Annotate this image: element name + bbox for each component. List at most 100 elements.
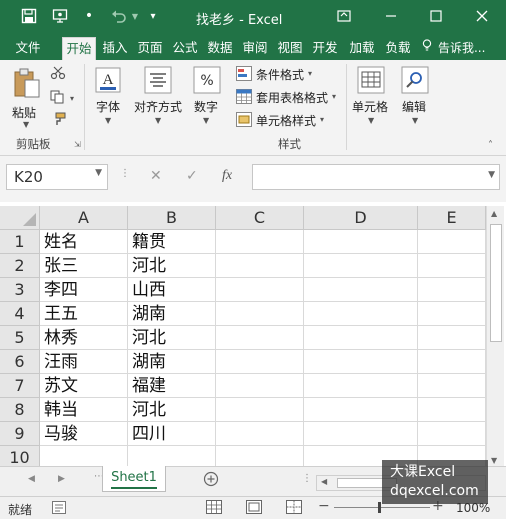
cell-a2[interactable]: 张三 xyxy=(40,254,128,278)
expand-formula-bar-icon[interactable]: ▼ xyxy=(488,170,495,180)
cell-c1[interactable] xyxy=(216,230,304,254)
format-painter-icon[interactable] xyxy=(50,112,66,126)
column-header-a[interactable]: A xyxy=(40,206,128,230)
zoom-slider-thumb[interactable] xyxy=(378,502,381,513)
tab-insert[interactable]: 插入 xyxy=(99,37,131,60)
format-as-table-button[interactable]: 套用表格格式 ▾ xyxy=(236,89,336,107)
prev-sheet-icon[interactable]: ◀ xyxy=(28,474,35,484)
vertical-scroll-thumb[interactable] xyxy=(490,224,502,342)
zoom-slider[interactable] xyxy=(334,507,430,508)
name-box[interactable]: K20 ▼ xyxy=(6,164,108,190)
cell-a8[interactable]: 韩当 xyxy=(40,398,128,422)
cell-a9[interactable]: 马骏 xyxy=(40,422,128,446)
alignment-button[interactable]: 对齐方式 ▼ xyxy=(132,64,186,130)
column-header-c[interactable]: C xyxy=(216,206,304,230)
row-header-8[interactable]: 8 xyxy=(0,398,40,422)
row-header-6[interactable]: 6 xyxy=(0,350,40,374)
cell-b4[interactable]: 湖南 xyxy=(128,302,216,326)
cell-d1[interactable] xyxy=(304,230,418,254)
cell-a5[interactable]: 林秀 xyxy=(40,326,128,350)
cut-icon[interactable] xyxy=(50,66,66,80)
cell-c8[interactable] xyxy=(216,398,304,422)
cell-d3[interactable] xyxy=(304,278,418,302)
enter-icon[interactable]: ✓ xyxy=(186,168,198,184)
column-header-b[interactable]: B xyxy=(128,206,216,230)
close-icon[interactable] xyxy=(468,4,496,28)
row-header-5[interactable]: 5 xyxy=(0,326,40,350)
cell-styles-button[interactable]: 单元格样式 ▾ xyxy=(236,112,336,130)
cell-b7[interactable]: 福建 xyxy=(128,374,216,398)
cell-a3[interactable]: 李四 xyxy=(40,278,128,302)
cell-b3[interactable]: 山西 xyxy=(128,278,216,302)
page-break-view-icon[interactable] xyxy=(286,500,302,517)
next-sheet-icon[interactable]: ▶ xyxy=(58,474,65,484)
page-layout-view-icon[interactable] xyxy=(246,500,262,517)
cell-b6[interactable]: 湖南 xyxy=(128,350,216,374)
row-header-9[interactable]: 9 xyxy=(0,422,40,446)
cell-e9[interactable] xyxy=(418,422,486,446)
copy-dropdown-icon[interactable]: ▾ xyxy=(70,94,74,103)
clipboard-dialog-launcher-icon[interactable]: ⇲ xyxy=(74,140,81,149)
formula-input[interactable]: ▼ xyxy=(252,164,500,190)
cancel-icon[interactable]: ✕ xyxy=(150,168,162,184)
cell-d6[interactable] xyxy=(304,350,418,374)
cells-button[interactable]: 单元格 ▼ xyxy=(350,64,394,130)
tab-split-icon[interactable]: ⋮ xyxy=(302,473,312,484)
cell-e5[interactable] xyxy=(418,326,486,350)
row-header-1[interactable]: 1 xyxy=(0,230,40,254)
name-box-dropdown-icon[interactable]: ▼ xyxy=(95,168,102,178)
cell-d5[interactable] xyxy=(304,326,418,350)
tab-view[interactable]: 视图 xyxy=(274,37,306,60)
row-header-7[interactable]: 7 xyxy=(0,374,40,398)
font-button[interactable]: A 字体 ▼ xyxy=(88,64,130,130)
collapse-ribbon-icon[interactable]: ˄ xyxy=(488,140,493,151)
cell-c2[interactable] xyxy=(216,254,304,278)
row-header-4[interactable]: 4 xyxy=(0,302,40,326)
scroll-up-icon[interactable]: ▲ xyxy=(491,209,497,218)
cell-d7[interactable] xyxy=(304,374,418,398)
cell-e1[interactable] xyxy=(418,230,486,254)
tab-review[interactable]: 审阅 xyxy=(239,37,271,60)
cell-c5[interactable] xyxy=(216,326,304,350)
cell-c7[interactable] xyxy=(216,374,304,398)
save-icon[interactable] xyxy=(20,7,38,25)
scroll-down-icon[interactable]: ▼ xyxy=(491,456,497,465)
cell-b9[interactable]: 四川 xyxy=(128,422,216,446)
customize-toolbar-icon[interactable]: ▾ xyxy=(144,7,162,25)
cell-e2[interactable] xyxy=(418,254,486,278)
column-header-d[interactable]: D xyxy=(304,206,418,230)
cell-d9[interactable] xyxy=(304,422,418,446)
maximize-icon[interactable] xyxy=(422,4,450,28)
undo-dropdown-icon[interactable]: ▼ xyxy=(126,7,144,25)
cell-a1[interactable]: 姓名 xyxy=(40,230,128,254)
minimize-icon[interactable] xyxy=(377,4,405,28)
vertical-scrollbar[interactable]: ▲ ▼ xyxy=(486,206,504,468)
tab-home[interactable]: 开始 xyxy=(62,37,96,60)
touch-mode-icon[interactable] xyxy=(51,7,69,25)
tab-page-layout[interactable]: 页面 xyxy=(134,37,166,60)
cell-e7[interactable] xyxy=(418,374,486,398)
cell-a7[interactable]: 苏文 xyxy=(40,374,128,398)
tab-developer[interactable]: 开发 xyxy=(309,37,341,60)
cell-c3[interactable] xyxy=(216,278,304,302)
cell-e4[interactable] xyxy=(418,302,486,326)
tab-load[interactable]: 负载 xyxy=(382,37,414,60)
tell-me-search[interactable]: 告诉我... xyxy=(422,37,500,60)
scroll-left-icon[interactable]: ◀ xyxy=(321,477,327,486)
cell-d4[interactable] xyxy=(304,302,418,326)
cell-c4[interactable] xyxy=(216,302,304,326)
row-header-2[interactable]: 2 xyxy=(0,254,40,278)
cell-b2[interactable]: 河北 xyxy=(128,254,216,278)
cell-d2[interactable] xyxy=(304,254,418,278)
column-header-e[interactable]: E xyxy=(418,206,486,230)
cell-e3[interactable] xyxy=(418,278,486,302)
tab-formulas[interactable]: 公式 xyxy=(169,37,201,60)
ribbon-display-options-icon[interactable] xyxy=(330,4,358,28)
cell-e8[interactable] xyxy=(418,398,486,422)
cell-c9[interactable] xyxy=(216,422,304,446)
row-header-3[interactable]: 3 xyxy=(0,278,40,302)
new-sheet-icon[interactable] xyxy=(203,471,219,490)
tab-addins[interactable]: 加载 xyxy=(346,37,378,60)
tab-data[interactable]: 数据 xyxy=(204,37,236,60)
copy-icon[interactable] xyxy=(50,90,66,104)
